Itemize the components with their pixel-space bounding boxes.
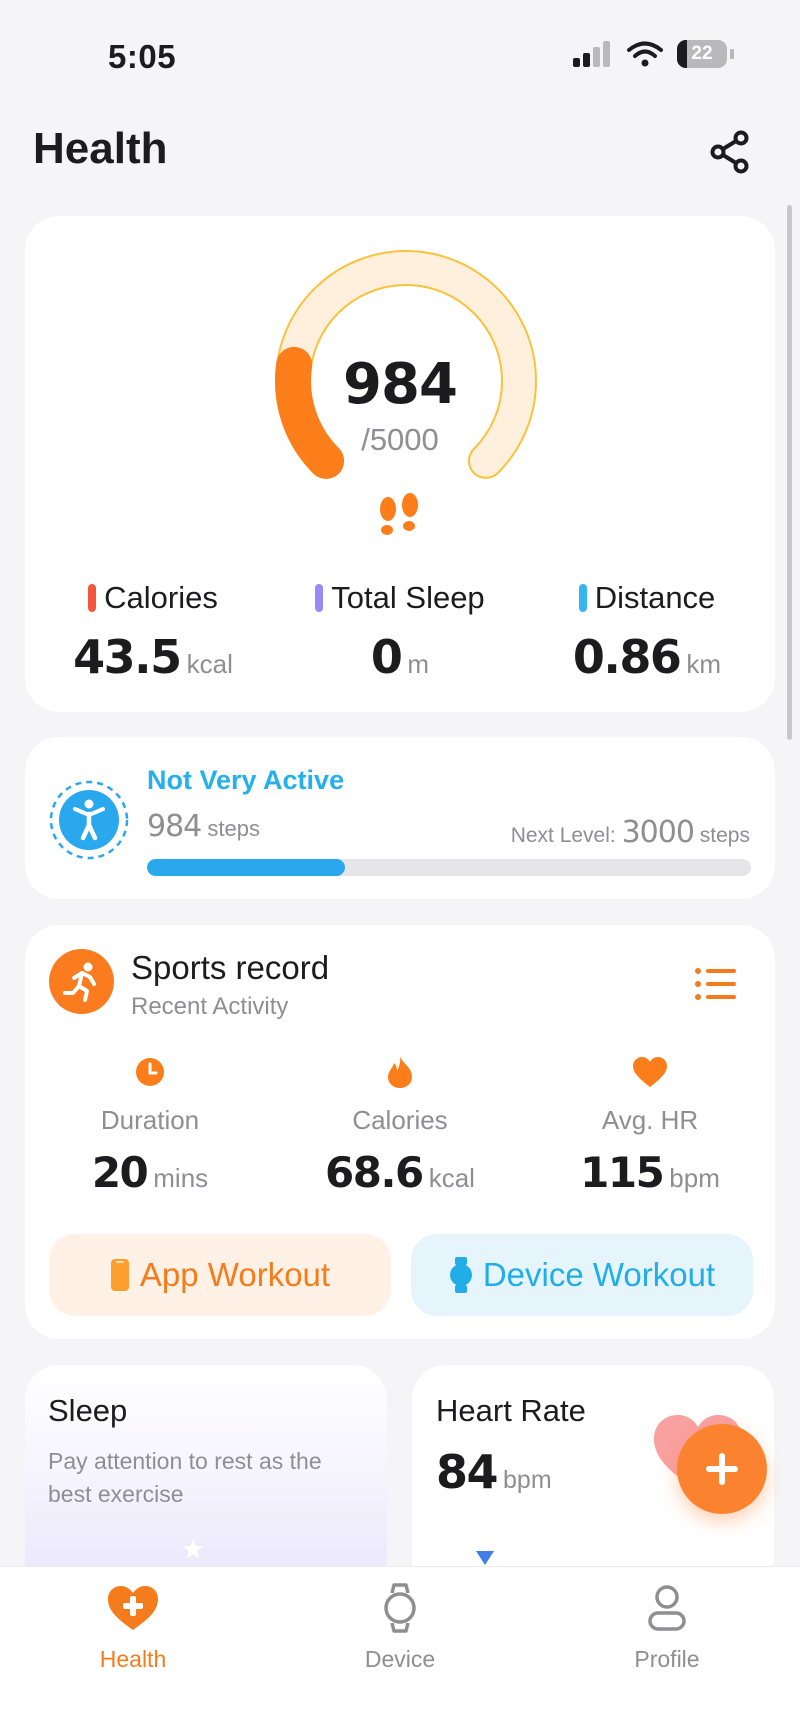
- tab-health[interactable]: Health: [33, 1580, 233, 1673]
- heart-rate-marker-icon: [476, 1551, 494, 1565]
- stat-calories: Calories 68.6 kcal: [275, 1055, 525, 1197]
- heart-rate-value: 84 bpm: [436, 1445, 552, 1499]
- plus-icon: [706, 1453, 738, 1485]
- activity-person-icon: [49, 780, 129, 860]
- metric-label: Distance: [594, 580, 716, 615]
- tab-label: Profile: [634, 1646, 700, 1672]
- sleep-card[interactable]: Sleep Pay attention to rest as the best …: [25, 1365, 387, 1595]
- metric-distance: Distance 0.86 km: [522, 580, 772, 684]
- next-level-unit: steps: [699, 824, 750, 847]
- metric-total-sleep: Total Sleep 0m: [275, 580, 525, 684]
- steps-value: 984: [343, 352, 458, 417]
- metric-unit: km: [686, 649, 722, 679]
- stat-unit: bpm: [669, 1163, 720, 1193]
- metric-label: Calories: [104, 580, 218, 615]
- tab-device[interactable]: Device: [300, 1580, 500, 1673]
- sports-record-card[interactable]: Sports record Recent Activity Duration 2…: [25, 925, 775, 1339]
- sleep-color-bar: [315, 584, 324, 612]
- heart-icon: [633, 1057, 667, 1087]
- next-level-value: 3000: [621, 815, 695, 850]
- stat-value: 20: [91, 1148, 149, 1197]
- status-time: 5:05: [108, 38, 177, 75]
- flame-icon: [388, 1056, 412, 1088]
- stat-unit: kcal: [428, 1163, 475, 1193]
- activity-progress-bar: [147, 859, 751, 876]
- next-level-label: Next Level:: [510, 824, 616, 847]
- tab-profile[interactable]: Profile: [567, 1580, 767, 1673]
- person-icon: [648, 1585, 686, 1631]
- tab-label: Device: [364, 1646, 436, 1672]
- metric-value: 43.5: [73, 630, 182, 684]
- stat-duration: Duration 20 mins: [25, 1055, 275, 1197]
- watch-icon: [449, 1257, 472, 1293]
- metric-label: Total Sleep: [331, 580, 485, 615]
- page-title: Health: [33, 124, 168, 173]
- heart-rate-unit: bpm: [503, 1466, 552, 1494]
- battery-tip: [730, 49, 734, 59]
- heart-rate-title: Heart Rate: [436, 1393, 586, 1428]
- stat-value: 115: [580, 1148, 665, 1197]
- steps-goal: /5000: [361, 422, 439, 457]
- stat-label: Duration: [100, 1105, 200, 1135]
- calories-color-bar: [88, 584, 97, 612]
- device-workout-label: Device Workout: [482, 1256, 716, 1293]
- stat-value: 68.6: [325, 1148, 424, 1197]
- app-workout-button[interactable]: App Workout: [49, 1234, 391, 1316]
- steps-card[interactable]: 984 /5000 Calories 43.5 kcal Total Sleep …: [25, 216, 775, 712]
- stat-avg-hr: Avg. HR 115 bpm: [525, 1055, 775, 1197]
- share-icon[interactable]: [706, 128, 754, 176]
- scrollbar[interactable]: [787, 205, 792, 740]
- heart-rate-number: 84: [436, 1445, 499, 1499]
- tab-label: Health: [99, 1646, 167, 1672]
- metric-unit: m: [407, 649, 430, 679]
- sports-record-subtitle: Recent Activity: [131, 993, 289, 1020]
- battery-indicator: 22: [677, 40, 727, 68]
- add-button[interactable]: [677, 1424, 767, 1514]
- phone-icon: [110, 1259, 129, 1291]
- wifi-icon: [627, 41, 663, 67]
- metric-value: 0.86: [572, 630, 682, 684]
- next-level: Next Level: 3000 steps: [511, 815, 750, 850]
- stat-label: Calories: [352, 1105, 448, 1135]
- activity-level-card[interactable]: Not Very Active 984 steps Next Level: 30…: [25, 737, 775, 899]
- footsteps-icon: [380, 493, 418, 535]
- metric-calories: Calories 43.5 kcal: [28, 580, 278, 684]
- app-workout-label: App Workout: [139, 1256, 331, 1293]
- activity-level: Not Very Active: [147, 765, 345, 795]
- activity-progress-fill: [147, 859, 346, 876]
- sleep-title: Sleep: [48, 1393, 128, 1428]
- clock-icon: [136, 1058, 164, 1086]
- device-workout-button[interactable]: Device Workout: [411, 1234, 753, 1316]
- stat-label: Avg. HR: [601, 1105, 699, 1135]
- metric-unit: kcal: [186, 649, 233, 679]
- running-icon: [49, 949, 114, 1014]
- stat-unit: mins: [153, 1163, 209, 1193]
- sleep-description: Pay attention to rest as the best exerci…: [48, 1448, 322, 1508]
- heart-plus-icon: [108, 1586, 158, 1630]
- battery-level: 22: [691, 43, 713, 64]
- watch-icon: [384, 1583, 416, 1633]
- activity-steps-unit: steps: [207, 816, 260, 841]
- distance-color-bar: [578, 584, 587, 612]
- list-icon[interactable]: [694, 967, 738, 1001]
- signal-icon: [573, 41, 610, 67]
- status-icons: 22: [573, 40, 734, 68]
- activity-steps: 984 steps: [147, 809, 260, 844]
- star-icon: [183, 1539, 203, 1559]
- metric-value: 0: [370, 630, 403, 684]
- activity-steps-count: 984: [147, 809, 202, 844]
- sports-record-title: Sports record: [131, 949, 330, 986]
